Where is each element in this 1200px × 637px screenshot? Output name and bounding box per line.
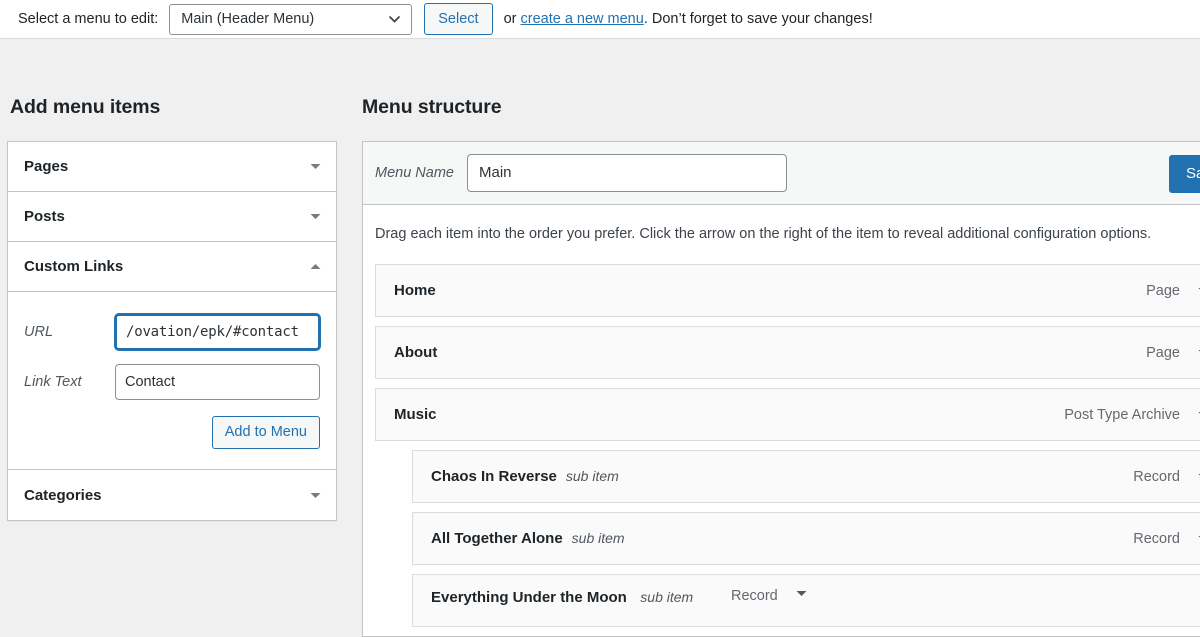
chevron-down-icon[interactable]: [309, 491, 322, 500]
save-menu-button[interactable]: Save Menu: [1169, 155, 1200, 193]
menu-item-sub-label: sub item: [640, 589, 694, 605]
menu-item-labels: Home: [394, 282, 1146, 299]
menu-name-label: Menu Name: [375, 165, 454, 181]
menu-item-row[interactable]: Music Post Type Archive: [375, 388, 1200, 441]
menu-item-row[interactable]: About Page: [375, 326, 1200, 379]
add-menu-items-panel: Pages Posts Custom Links URL /ovation/ep…: [7, 141, 337, 521]
menu-item-title: Home: [394, 282, 436, 299]
menu-item-type: Record: [731, 588, 778, 604]
link-text-field-row: Link Text Contact: [24, 364, 320, 400]
chevron-down-icon[interactable]: [795, 589, 808, 598]
menu-item-row[interactable]: Chaos In Reverse sub item Record: [412, 450, 1200, 503]
menu-item-row[interactable]: Home Page: [375, 264, 1200, 317]
menu-item-type: Post Type Archive: [1064, 406, 1180, 423]
accordion-label-categories: Categories: [24, 486, 102, 504]
menu-item-sub-label: sub item: [565, 468, 619, 485]
link-text-input[interactable]: Contact: [115, 364, 320, 400]
chevron-down-icon: [389, 16, 401, 23]
menu-item-row[interactable]: All Together Alone sub item Record: [412, 512, 1200, 565]
menu-item-title: Chaos In Reverse: [431, 468, 557, 486]
accordion-label-pages: Pages: [24, 158, 69, 175]
menu-select-value: Main (Header Menu): [181, 11, 315, 27]
url-label: URL: [24, 324, 54, 340]
add-menu-items-heading: Add menu items: [10, 96, 161, 118]
link-text-label: Link Text: [24, 374, 82, 390]
menu-structure-heading: Menu structure: [362, 96, 502, 118]
menu-name-input[interactable]: Main: [466, 154, 787, 192]
menu-item-type: Record: [1133, 468, 1180, 485]
menu-name-bar: Menu Name Main Save Menu: [363, 142, 1200, 205]
menu-item-list: Home Page About Page Music Post Type Arc…: [375, 264, 1200, 627]
accordion-header-pages[interactable]: Pages: [8, 142, 336, 192]
menu-structure-body: Drag each item into the order you prefer…: [363, 205, 1200, 627]
drag-instructions: Drag each item into the order you prefer…: [375, 226, 1152, 242]
url-input[interactable]: /ovation/epk/#contact: [115, 314, 320, 350]
menu-item-type: Page: [1146, 282, 1180, 299]
menu-item-row[interactable]: Everything Under the Moon sub item Recor…: [412, 574, 1200, 627]
url-field-row: URL /ovation/epk/#contact: [24, 314, 320, 350]
accordion-label-custom-links: Custom Links: [24, 258, 124, 275]
save-reminder-text: . Don’t forget to save your changes!: [643, 11, 873, 27]
select-menu-label: Select a menu to edit:: [18, 11, 159, 27]
menu-select-dropdown[interactable]: Main (Header Menu): [169, 3, 413, 35]
menu-item-labels: About: [394, 344, 1146, 361]
create-menu-sentence: or create a new menu. Don’t forget to sa…: [504, 11, 873, 27]
add-to-menu-row: Add to Menu: [24, 416, 320, 449]
chevron-up-icon[interactable]: [309, 262, 322, 271]
menu-structure-panel: Menu Name Main Save Menu Drag each item …: [362, 141, 1200, 637]
menu-item-sub-label: sub item: [571, 530, 625, 547]
menu-item-type: Page: [1146, 344, 1180, 361]
custom-links-form: URL /ovation/epk/#contact Link Text Cont…: [8, 292, 336, 470]
menu-item-title: All Together Alone: [431, 530, 563, 548]
select-button[interactable]: Select: [424, 3, 493, 35]
add-to-menu-button[interactable]: Add to Menu: [211, 416, 320, 449]
chevron-down-icon[interactable]: [309, 162, 322, 171]
menu-item-title: Everything Under the Moon: [431, 589, 627, 606]
menu-item-title: About: [394, 344, 438, 361]
menu-item-type: Record: [1133, 530, 1180, 547]
accordion-header-posts[interactable]: Posts: [8, 192, 336, 242]
menu-item-labels: All Together Alone sub item: [431, 529, 1133, 548]
menu-item-labels: Music: [394, 406, 1064, 423]
menu-item-labels: Everything Under the Moon sub item: [431, 588, 731, 607]
accordion-header-custom-links[interactable]: Custom Links: [8, 242, 336, 292]
menu-item-labels: Chaos In Reverse sub item: [431, 467, 1133, 486]
or-text: or: [503, 11, 521, 27]
menu-select-bar: Select a menu to edit: Main (Header Menu…: [0, 0, 1200, 39]
menu-item-title: Music: [394, 406, 437, 423]
create-new-menu-link[interactable]: create a new menu: [520, 11, 643, 27]
accordion-label-posts: Posts: [24, 208, 65, 225]
accordion-header-categories[interactable]: Categories: [8, 470, 336, 520]
chevron-down-icon[interactable]: [309, 212, 322, 221]
